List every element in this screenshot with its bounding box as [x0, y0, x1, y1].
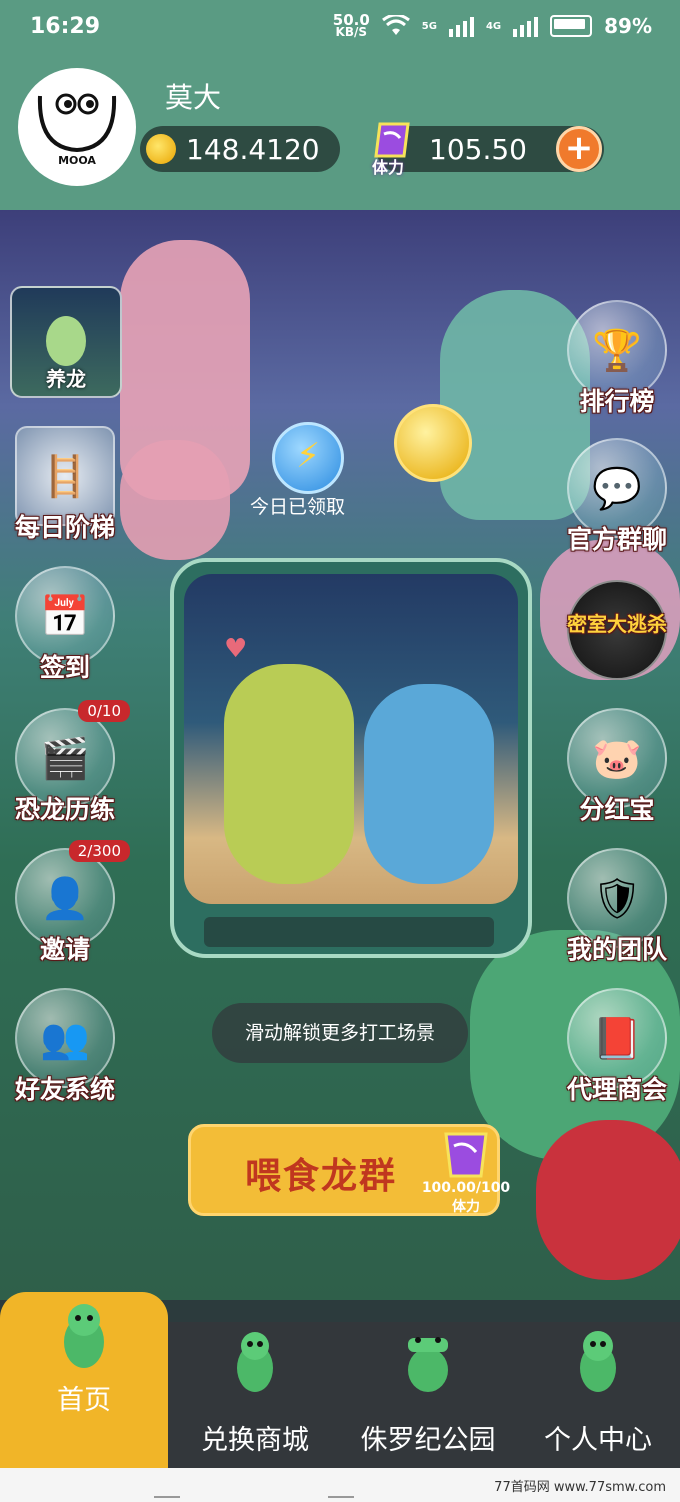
dino-mall-icon	[215, 1322, 295, 1402]
net-label-4g: 4G	[485, 20, 502, 32]
tab-exchange-mall-label: 兑换商城	[201, 1425, 309, 1456]
tab-home[interactable]: 首页	[0, 1292, 168, 1468]
tab-home-label: 首页	[57, 1385, 111, 1416]
feed-stamina-unit: 体力	[452, 1199, 480, 1215]
leaderboard-label: 排行榜	[579, 387, 655, 416]
stamina-icon: 体力	[368, 118, 418, 178]
stamina-cup-icon	[444, 1132, 488, 1178]
checkin-button[interactable]: 📅 签到	[0, 566, 130, 684]
dino-blue-decoration	[364, 684, 494, 884]
agent-guild-label: 代理商会	[566, 1075, 667, 1104]
work-scene-screen[interactable]: ♥	[170, 558, 532, 958]
tab-profile[interactable]: 个人中心	[516, 1322, 680, 1468]
invite-label: 邀请	[39, 935, 90, 964]
game-scene: 养龙 🪜 每日阶梯 📅 签到 0/10 🎬 恐龙历练 2/300 👤 邀请 👥 …	[0, 210, 680, 1300]
feed-stamina-value: 100.00/100	[421, 1180, 511, 1196]
wifi-icon	[381, 15, 410, 35]
avatar-logo-text: MOOA	[58, 153, 96, 167]
lightning-claim-icon[interactable]: ⚡	[272, 422, 344, 494]
claimed-today-text: 今日已领取	[250, 496, 346, 518]
daily-ladder-label: 每日阶梯	[14, 513, 115, 542]
dino-profile-icon	[558, 1322, 638, 1402]
egg-icon	[46, 316, 86, 366]
dino-yellow-decoration	[224, 664, 354, 884]
tab-jurassic-park[interactable]: 侏罗纪公园	[340, 1322, 516, 1468]
feed-stamina: 100.00/100 体力	[418, 1128, 514, 1216]
battery-icon	[550, 15, 593, 37]
signal-icon-2	[513, 15, 539, 37]
status-icons: 50.0 KB/S 5G 4G 89%	[332, 11, 652, 39]
daily-ladder-button[interactable]: 🪜 每日阶梯	[0, 426, 130, 544]
invite-badge: 2/300	[68, 840, 130, 862]
status-bar: 16:29 50.0 KB/S 5G 4G 89%	[0, 0, 680, 60]
bottom-tab-bar: 首页 兑换商城 侏罗纪公园 个人中心	[0, 1292, 680, 1468]
coin-value: 148.4120	[186, 132, 320, 166]
gold-coin-icon[interactable]	[394, 404, 472, 482]
stamina-value: 105.50	[429, 132, 527, 166]
status-time: 16:29	[30, 14, 101, 39]
official-group-button[interactable]: 💬 官方群聊	[552, 438, 680, 556]
stamina-label: 体力	[372, 158, 405, 177]
crocodile-icon	[388, 1322, 468, 1402]
net-speed: 50.0 KB/S	[332, 11, 370, 39]
checkin-label: 签到	[39, 653, 90, 682]
coin-icon	[146, 134, 176, 164]
leaderboard-button[interactable]: 🏆 排行榜	[552, 300, 680, 418]
net-label-5g: 5G	[421, 20, 437, 32]
agent-guild-button[interactable]: 📕 代理商会	[552, 988, 680, 1106]
my-team-label: 我的团队	[566, 935, 667, 964]
tv-control-panel	[204, 917, 494, 947]
nav-back-handle[interactable]	[154, 1496, 180, 1498]
raise-dragon-label: 养龙	[46, 367, 86, 391]
signal-icon	[448, 15, 474, 37]
swipe-hint-toast: 滑动解锁更多打工场景	[212, 1003, 468, 1063]
friends-label: 好友系统	[14, 1075, 115, 1104]
dividend-label: 分红宝	[579, 795, 655, 824]
dino-training-button[interactable]: 0/10 🎬 恐龙历练	[0, 700, 130, 826]
raise-dragon-button[interactable]: 养龙	[10, 286, 122, 398]
red-egg-decoration	[536, 1120, 680, 1280]
feed-label: 喂食龙群	[245, 1156, 398, 1197]
escape-room-label: 密室大逃杀	[567, 612, 667, 636]
heart-icon: ♥	[224, 634, 248, 664]
friends-button[interactable]: 👥 好友系统	[0, 988, 130, 1106]
dino-training-label: 恐龙历练	[14, 795, 115, 824]
dino-home-icon	[44, 1298, 124, 1378]
tab-exchange-mall[interactable]: 兑换商城	[170, 1322, 340, 1468]
user-header: MOOA 莫大 148.4120 105.50 体力 +	[0, 60, 680, 210]
tab-profile-label: 个人中心	[544, 1425, 652, 1456]
avatar-face-icon	[37, 93, 117, 152]
nav-home-handle[interactable]	[328, 1496, 354, 1498]
my-team-button[interactable]: 🛡 我的团队	[552, 848, 680, 966]
add-stamina-button[interactable]: +	[556, 126, 602, 172]
dino-pink-small-decoration	[120, 440, 230, 560]
official-group-label: 官方群聊	[566, 525, 667, 554]
watermark-text: 77首码网 www.77smw.com	[494, 1480, 666, 1495]
battery-percent: 89%	[604, 14, 652, 38]
tab-jurassic-park-label: 侏罗纪公园	[360, 1425, 496, 1456]
invite-button[interactable]: 2/300 👤 邀请	[0, 840, 130, 966]
user-name: 莫大	[165, 81, 222, 114]
coin-balance: 148.4120	[140, 126, 340, 172]
training-badge: 0/10	[78, 700, 130, 722]
avatar[interactable]: MOOA	[18, 68, 136, 186]
escape-room-button[interactable]: 密室大逃杀	[552, 580, 680, 680]
dividend-button[interactable]: 🐷 分红宝	[552, 708, 680, 826]
work-scene-image: ♥	[184, 574, 518, 904]
